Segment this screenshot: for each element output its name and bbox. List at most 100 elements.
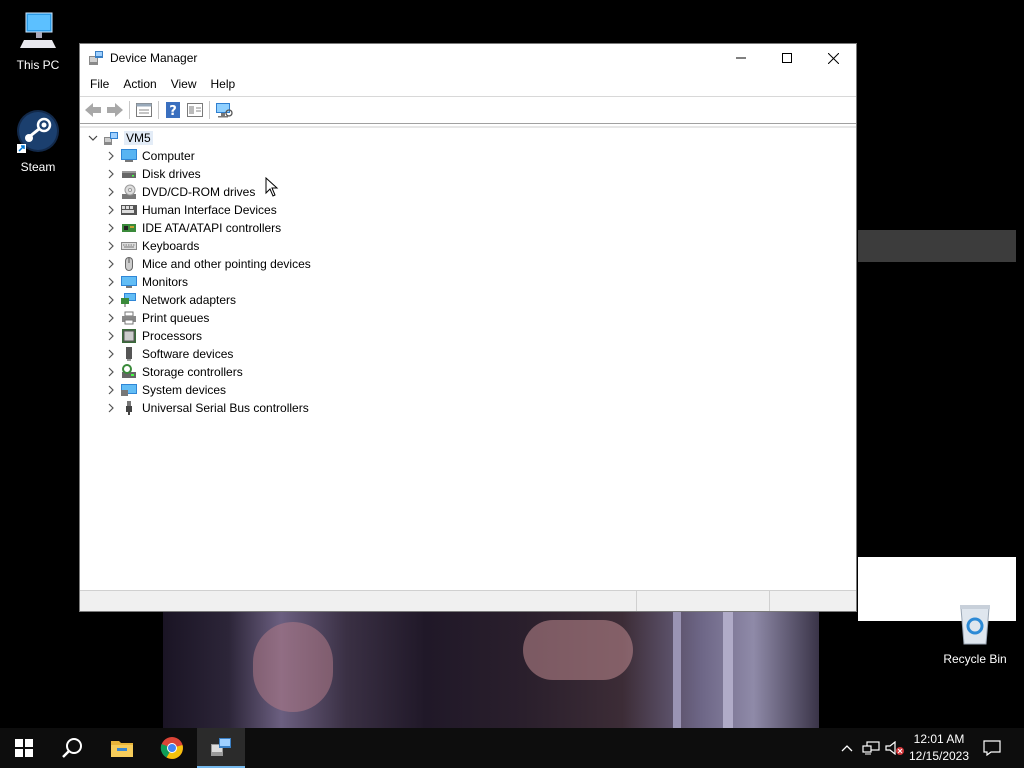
chrome-button[interactable] [148, 728, 196, 768]
minimize-button[interactable] [718, 44, 764, 72]
ide-controller-icon [120, 220, 138, 236]
volume-muted-icon [885, 741, 904, 755]
chevron-right-icon[interactable] [102, 313, 120, 323]
chevron-right-icon[interactable] [102, 187, 120, 197]
monitor-icon [120, 274, 138, 290]
action-center-button[interactable] [980, 728, 1004, 768]
clock-date: 12/15/2023 [908, 749, 970, 763]
chevron-right-icon[interactable] [102, 277, 120, 287]
tree-item-mice[interactable]: Mice and other pointing devices [102, 255, 311, 273]
properties-button[interactable] [133, 99, 155, 121]
chevron-right-icon[interactable] [102, 295, 120, 305]
menu-file[interactable]: File [83, 72, 116, 96]
disk-drive-icon [120, 166, 138, 182]
device-manager-window: Device Manager File Action View Help ? V… [79, 43, 857, 612]
chevron-down-icon[interactable] [84, 133, 102, 143]
minimize-icon [736, 57, 746, 59]
desktop-icon-steam[interactable]: Steam [0, 108, 76, 174]
show-hidden-icons-button[interactable] [835, 728, 859, 768]
tree-root[interactable]: VM5 [84, 129, 153, 147]
chevron-right-icon[interactable] [102, 331, 120, 341]
clock-time: 12:01 AM [913, 732, 965, 746]
device-manager-icon [88, 50, 104, 66]
forward-button[interactable] [104, 99, 126, 121]
chevron-up-icon [841, 745, 853, 752]
taskbar-clock[interactable]: 12:01 AM 12/15/2023 [904, 731, 974, 765]
recycle-bin-icon [937, 602, 1013, 649]
processor-icon [120, 328, 138, 344]
search-button[interactable] [48, 728, 96, 768]
computer-icon [102, 130, 120, 146]
tree-item-label: Storage controllers [142, 365, 243, 379]
tree-item-monitors[interactable]: Monitors [102, 273, 188, 291]
tree-item-ide-controllers[interactable]: IDE ATA/ATAPI controllers [102, 219, 281, 237]
device-manager-taskbar-button[interactable] [197, 728, 245, 768]
scan-hardware-button[interactable] [213, 99, 235, 121]
back-arrow-icon [85, 103, 101, 117]
menu-view[interactable]: View [164, 72, 204, 96]
tree-item-label: Computer [142, 149, 195, 163]
desktop-icon-this-pc[interactable]: This PC [0, 10, 76, 72]
tree-item-storage-controllers[interactable]: Storage controllers [102, 363, 243, 381]
search-icon [62, 738, 82, 758]
computer-icon [120, 148, 138, 164]
window-title: Device Manager [110, 51, 198, 65]
properties-icon [136, 103, 152, 117]
tree-item-software-devices[interactable]: Software devices [102, 345, 233, 363]
tree-item-label: DVD/CD-ROM drives [142, 185, 256, 199]
chevron-right-icon[interactable] [102, 241, 120, 251]
status-cell [80, 591, 637, 611]
help-button[interactable]: ? [162, 99, 184, 121]
menu-help[interactable]: Help [204, 72, 243, 96]
tree-item-keyboards[interactable]: Keyboards [102, 237, 199, 255]
file-explorer-icon [111, 741, 133, 757]
menu-bar: File Action View Help [80, 72, 856, 96]
tree-item-processors[interactable]: Processors [102, 327, 202, 345]
chevron-right-icon[interactable] [102, 367, 120, 377]
maximize-button[interactable] [764, 44, 810, 72]
toolbar-separator [158, 101, 159, 119]
tree-item-dvd-drives[interactable]: DVD/CD-ROM drives [102, 183, 255, 201]
tree-item-label: Universal Serial Bus controllers [142, 401, 309, 415]
background-window-strip [858, 230, 1016, 262]
tree-item-computer[interactable]: Computer [102, 147, 195, 165]
tree-item-disk-drives[interactable]: Disk drives [102, 165, 201, 183]
menu-action[interactable]: Action [116, 72, 163, 96]
chevron-right-icon[interactable] [102, 223, 120, 233]
tree-item-usb-controllers[interactable]: Universal Serial Bus controllers [102, 399, 309, 417]
tree-item-print-queues[interactable]: Print queues [102, 309, 209, 327]
start-button[interactable] [0, 728, 48, 768]
close-button[interactable] [810, 44, 856, 72]
steam-icon [0, 108, 76, 157]
desktop-icon-recycle-bin[interactable]: Recycle Bin [937, 602, 1013, 666]
wallpaper-shape [523, 620, 633, 680]
wallpaper-photo [163, 612, 819, 728]
mouse-icon [120, 256, 138, 272]
update-driver-button[interactable] [184, 99, 206, 121]
back-button[interactable] [82, 99, 104, 121]
title-bar[interactable]: Device Manager [80, 44, 856, 72]
scan-hardware-icon [216, 103, 233, 118]
chevron-right-icon[interactable] [102, 169, 120, 179]
toolbar-separator [129, 101, 130, 119]
chevron-right-icon[interactable] [102, 205, 120, 215]
storage-controller-icon [120, 364, 138, 380]
wallpaper-shape [723, 612, 733, 728]
tree-item-hid[interactable]: Human Interface Devices [102, 201, 277, 219]
tree-item-network-adapters[interactable]: Network adapters [102, 291, 236, 309]
tree-item-label: Keyboards [142, 239, 200, 253]
chevron-right-icon[interactable] [102, 151, 120, 161]
chevron-right-icon[interactable] [102, 385, 120, 395]
tree-item-system-devices[interactable]: System devices [102, 381, 226, 399]
network-tray-button[interactable] [859, 728, 883, 768]
tree-item-label: IDE ATA/ATAPI controllers [142, 221, 282, 235]
chevron-right-icon[interactable] [102, 259, 120, 269]
file-explorer-button[interactable] [98, 728, 146, 768]
usb-icon [120, 400, 138, 416]
desktop-icon-label: This PC [16, 58, 60, 72]
status-cell [637, 591, 771, 611]
chevron-right-icon[interactable] [102, 349, 120, 359]
chevron-right-icon[interactable] [102, 403, 120, 413]
tree-item-label: Print queues [142, 311, 210, 325]
forward-arrow-icon [107, 103, 123, 117]
